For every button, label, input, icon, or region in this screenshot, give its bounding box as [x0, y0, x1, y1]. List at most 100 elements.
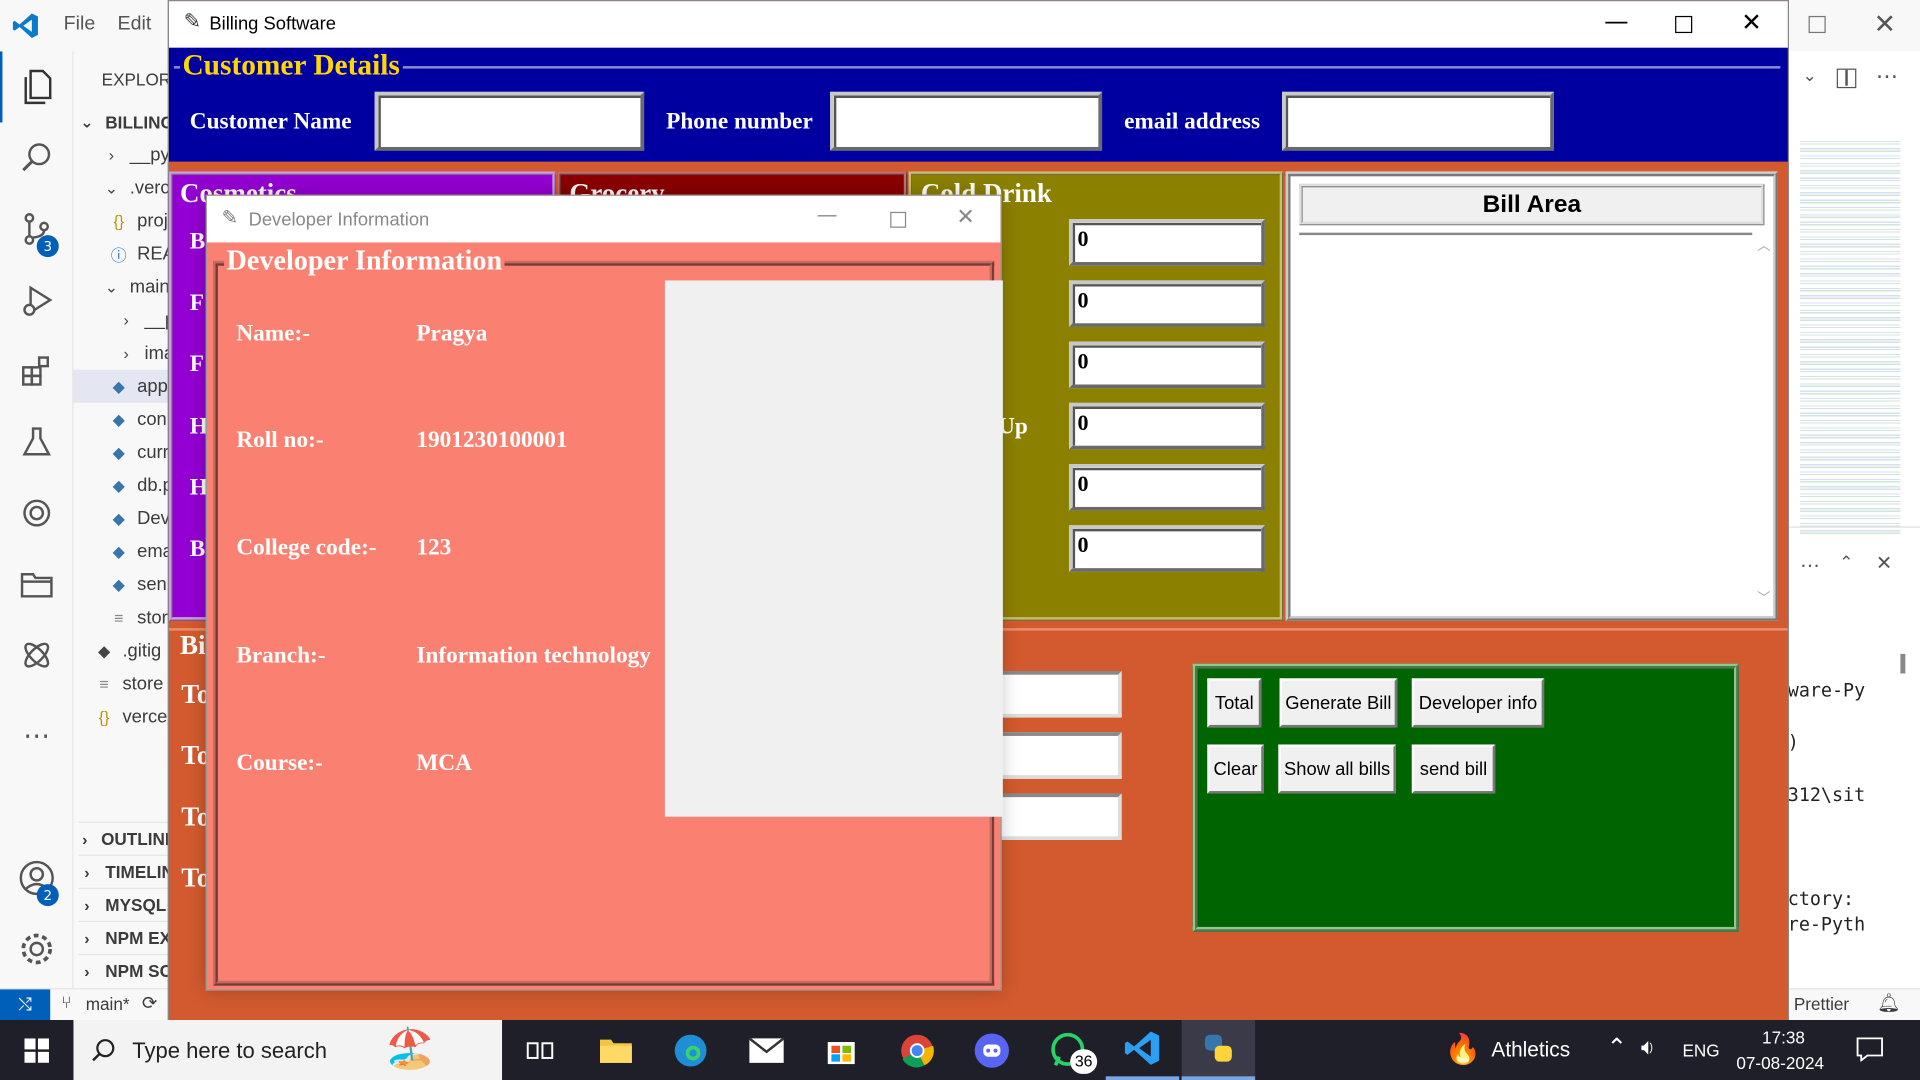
bell-icon[interactable]: 🔔︎	[1877, 992, 1900, 1014]
chevron-up-icon[interactable]: ⌃	[1607, 1032, 1628, 1061]
file-tree-item[interactable]: ◆ con	[110, 403, 167, 436]
section-outline[interactable]: › OUTLINE	[78, 821, 172, 855]
file-tree-item[interactable]: ⓘ REA	[110, 238, 172, 271]
file-tree-item[interactable]: {} verce	[96, 700, 168, 733]
notification-icon[interactable]	[1856, 1037, 1883, 1062]
discord-taskbar[interactable]	[955, 1020, 1028, 1080]
postman-activity[interactable]	[0, 620, 73, 691]
maximize-icon[interactable]	[1675, 15, 1693, 34]
cold-drink-qty-input[interactable]: 0	[1068, 464, 1265, 511]
language-indicator[interactable]: ENG	[1682, 1041, 1719, 1061]
email-address-input[interactable]	[1282, 91, 1554, 151]
close-icon[interactable]: ✕	[1873, 10, 1896, 41]
menu-edit[interactable]: Edit	[118, 13, 152, 35]
generate-bill-button[interactable]: Generate Bill	[1279, 678, 1398, 728]
branch-name[interactable]: main*	[86, 994, 130, 1014]
close-icon[interactable]: ✕	[956, 204, 974, 230]
start-button[interactable]	[0, 1020, 73, 1080]
remote-indicator[interactable]: ⤭	[0, 989, 51, 1021]
file-tree-item[interactable]: ◆ ema	[110, 535, 172, 568]
file-tree-item[interactable]: ◆ curr	[110, 436, 169, 469]
prettier-status[interactable]: Prettier	[1794, 994, 1849, 1014]
cold-drink-qty-input[interactable]: 0	[1068, 402, 1265, 450]
settings-activity[interactable]	[0, 913, 73, 984]
file-tree-item[interactable]: ◆ db.p	[110, 469, 172, 502]
python-taskbar[interactable]	[1181, 1020, 1256, 1080]
source-control-activity[interactable]: 3	[0, 193, 73, 264]
section-timeline[interactable]: › TIMELIN	[78, 854, 172, 888]
cold-drink-qty-input[interactable]: 0	[1068, 219, 1265, 266]
clear-button[interactable]: Clear	[1207, 744, 1264, 794]
minimap[interactable]	[1800, 137, 1901, 536]
chevron-up-icon[interactable]: ⌃	[1839, 553, 1853, 573]
file-tree-item[interactable]: ≡ stor	[110, 601, 168, 634]
more-actions-icon[interactable]: ⋯	[1800, 553, 1820, 576]
fieldset-border	[173, 66, 1781, 69]
developer-info-button[interactable]: Developer info	[1411, 678, 1545, 728]
clock-date[interactable]: 07-08-2024	[1736, 1053, 1824, 1073]
close-icon[interactable]: ✕	[1741, 7, 1762, 36]
accounts-activity[interactable]: 2	[0, 842, 73, 913]
whatsapp-taskbar[interactable]: 36	[1031, 1020, 1104, 1080]
explorer-activity[interactable]	[0, 51, 73, 123]
taskbar-search-box[interactable]: Type here to search 🏖️	[73, 1020, 503, 1080]
menu-file[interactable]: File	[64, 13, 96, 35]
section-npm-explorer[interactable]: › NPM EX	[78, 920, 172, 954]
search-activity[interactable]	[0, 122, 73, 193]
cold-drink-qty-input[interactable]: 0	[1068, 525, 1265, 572]
edge-taskbar[interactable]	[654, 1020, 727, 1080]
terminal-scrollbar[interactable]	[1900, 653, 1906, 674]
restore-icon[interactable]	[1808, 15, 1826, 34]
file-tree-item[interactable]: ≡ store	[96, 667, 163, 700]
weather-label[interactable]: Athletics	[1491, 1038, 1570, 1062]
cold-drink-qty-input[interactable]: 0	[1068, 341, 1265, 389]
chevron-right-icon: ›	[123, 311, 129, 330]
split-editor-icon[interactable]	[1836, 68, 1857, 89]
file-tree-label: REA	[137, 243, 172, 265]
chrome-taskbar[interactable]	[880, 1020, 953, 1080]
cold-drink-qty-input[interactable]: 0	[1068, 280, 1265, 327]
total-button[interactable]: Total	[1207, 678, 1262, 728]
bill-scrollbar[interactable]: ︿ ﹀	[1753, 232, 1774, 610]
close-panel-icon[interactable]: ✕	[1876, 551, 1892, 574]
section-npm-scripts[interactable]: › NPM SC	[78, 953, 172, 987]
clock-time[interactable]: 17:38	[1762, 1027, 1805, 1047]
task-view-button[interactable]	[503, 1020, 576, 1080]
more-actions-icon[interactable]: ⋯	[1876, 64, 1898, 90]
chevron-down-icon[interactable]: ⌄	[1802, 66, 1816, 86]
section-mysql[interactable]: › MYSQL	[78, 887, 172, 921]
file-tree-item[interactable]: ◆ .gitig	[96, 634, 161, 667]
file-tree-item[interactable]: ⌄ .verce	[103, 171, 172, 204]
scroll-up-icon[interactable]: ︿	[1757, 235, 1770, 255]
phone-number-input[interactable]	[830, 91, 1103, 151]
sync-icon[interactable]: ⟳	[142, 992, 157, 1014]
minimize-icon[interactable]: —	[817, 203, 838, 227]
more-activity[interactable]: ⋯	[0, 700, 73, 771]
file-tree-item[interactable]: ›__py	[118, 304, 171, 337]
maximize-icon[interactable]	[890, 211, 907, 228]
send-bill-button[interactable]: send bill	[1411, 744, 1496, 794]
file-tree-item[interactable]: › ima	[118, 337, 171, 370]
file-tree-item[interactable]: ◆ sen	[110, 568, 167, 601]
remote-activity[interactable]	[0, 478, 73, 549]
testing-activity[interactable]	[0, 407, 73, 478]
bill-text-area[interactable]	[1299, 232, 1753, 610]
extensions-activity[interactable]	[0, 336, 73, 407]
minimize-icon[interactable]: —	[1604, 6, 1628, 35]
file-tree-item[interactable]: ◆ Dev	[110, 502, 170, 535]
volume-icon[interactable]: 🔉︎	[1641, 1035, 1655, 1061]
show-all-bills-button[interactable]: Show all bills	[1278, 744, 1396, 794]
vscode-taskbar[interactable]	[1105, 1020, 1180, 1080]
file-explorer-taskbar[interactable]	[579, 1020, 652, 1080]
store-taskbar[interactable]	[804, 1020, 877, 1080]
customer-name-input[interactable]	[374, 91, 645, 151]
folder-activity[interactable]	[0, 549, 73, 620]
scroll-down-icon[interactable]: ﹀	[1757, 588, 1770, 608]
root-folder[interactable]: ⌄BILLING_	[78, 105, 171, 138]
run-debug-activity[interactable]	[0, 264, 73, 335]
file-tree-item[interactable]: ◆ app	[73, 369, 172, 403]
mail-taskbar[interactable]	[730, 1020, 803, 1080]
file-tree-item[interactable]: {} proj	[110, 204, 167, 237]
file-tree-item[interactable]: › __pyc	[103, 138, 172, 171]
file-tree-item[interactable]: ⌄ main	[103, 271, 170, 304]
